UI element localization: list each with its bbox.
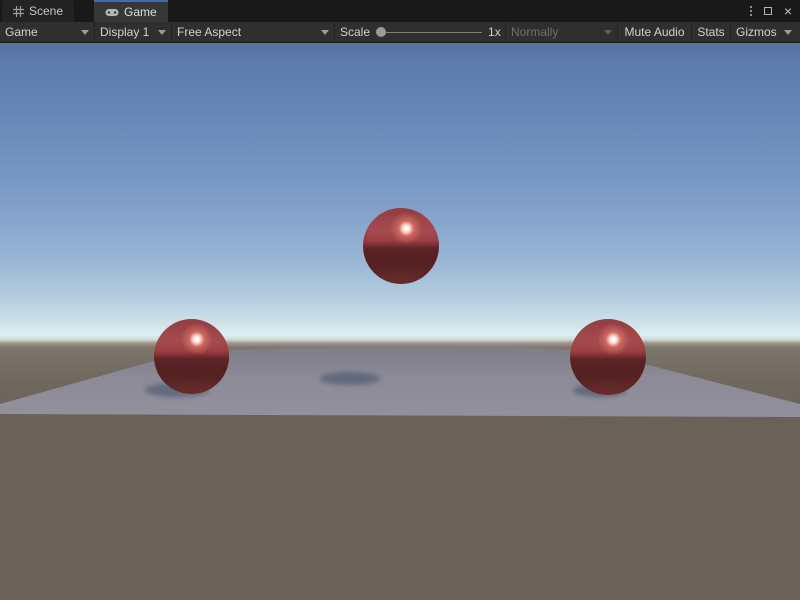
kebab-menu-icon[interactable] (750, 6, 752, 16)
stats-button[interactable]: Stats (692, 22, 731, 42)
chevron-down-icon (784, 30, 792, 35)
ground-platform (0, 43, 800, 600)
scale-label: Scale (340, 25, 370, 39)
chevron-down-icon (81, 30, 89, 35)
aspect-ratio-dropdown[interactable]: Free Aspect (172, 22, 335, 42)
red-sphere-airborne (363, 208, 439, 284)
slider-track[interactable] (376, 32, 482, 34)
gamepad-icon (105, 8, 119, 17)
gizmos-dropdown[interactable]: Gizmos (731, 22, 800, 42)
scale-slider[interactable] (376, 22, 482, 43)
mute-audio-button[interactable]: Mute Audio (618, 22, 692, 42)
tab-scene-label: Scene (29, 4, 63, 18)
scale-value: 1x (488, 25, 501, 39)
grid-icon (13, 6, 24, 17)
game-view-toolbar: Game Display 1 Free Aspect Scale 1x Norm… (0, 22, 800, 43)
gizmos-label: Gizmos (736, 25, 778, 39)
tab-scene[interactable]: Scene (2, 0, 74, 22)
chevron-down-icon (321, 30, 329, 35)
contact-shadow-center (320, 372, 380, 385)
mute-audio-label: Mute Audio (624, 25, 684, 39)
scale-control: Scale 1x (335, 22, 505, 42)
tab-game-label: Game (124, 5, 157, 19)
maximize-icon[interactable] (764, 7, 772, 15)
display-label: Display 1 (100, 25, 152, 39)
aspect-label: Free Aspect (177, 25, 315, 39)
game-viewport[interactable] (0, 43, 800, 600)
play-focus-label: Normally (511, 25, 598, 39)
tab-game[interactable]: Game (94, 0, 168, 22)
play-focus-dropdown[interactable]: Normally (505, 22, 618, 42)
slider-knob[interactable] (376, 27, 386, 37)
red-sphere-left (154, 319, 229, 394)
display-dropdown[interactable]: Display 1 (95, 22, 172, 42)
game-menu-dropdown[interactable]: Game (0, 22, 95, 42)
editor-tab-bar: Scene Game × (0, 0, 800, 22)
close-icon[interactable]: × (784, 4, 792, 18)
game-menu-label: Game (5, 25, 75, 39)
red-sphere-right (570, 319, 646, 395)
chevron-down-icon (158, 30, 166, 35)
stats-label: Stats (697, 25, 724, 39)
chevron-down-icon (604, 30, 612, 35)
window-controls: × (750, 0, 800, 22)
